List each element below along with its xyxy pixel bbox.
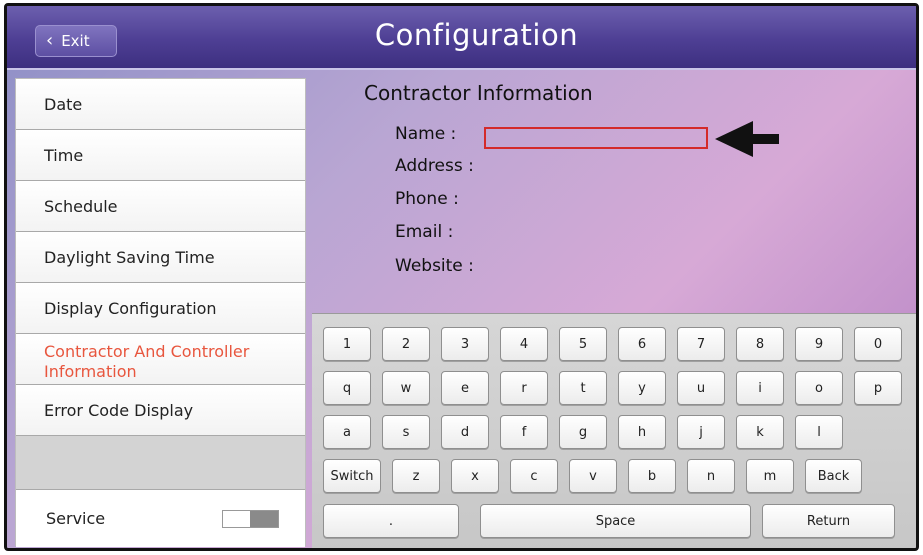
service-row: Service (16, 490, 305, 547)
key-k[interactable]: k (736, 415, 784, 449)
key-w[interactable]: w (382, 371, 430, 405)
website-label: Website : (395, 256, 474, 276)
key-3[interactable]: 3 (441, 327, 489, 361)
key-4[interactable]: 4 (500, 327, 548, 361)
key-7[interactable]: 7 (677, 327, 725, 361)
key-y[interactable]: y (618, 371, 666, 405)
key-j[interactable]: j (677, 415, 725, 449)
arrow-left-icon (715, 121, 779, 157)
sidebar-item-label: Time (44, 145, 84, 165)
key-n[interactable]: n (687, 459, 735, 493)
key-0[interactable]: 0 (854, 327, 902, 361)
key-s[interactable]: s (382, 415, 430, 449)
key-a[interactable]: a (323, 415, 371, 449)
sidebar-item-date[interactable]: Date (16, 79, 305, 130)
sidebar-item-time[interactable]: Time (16, 130, 305, 181)
key-o[interactable]: o (795, 371, 843, 405)
header-bar: ‹ Exit Configuration (7, 6, 916, 70)
key-v[interactable]: v (569, 459, 617, 493)
address-label: Address : (395, 156, 474, 176)
key-z[interactable]: z (392, 459, 440, 493)
key-space[interactable]: Space (480, 504, 751, 538)
sidebar-item-label: Schedule (44, 196, 118, 216)
key-6[interactable]: 6 (618, 327, 666, 361)
key-5[interactable]: 5 (559, 327, 607, 361)
sidebar-item-label: Display Configuration (44, 298, 217, 318)
key-e[interactable]: e (441, 371, 489, 405)
service-label: Service (46, 509, 106, 528)
key-f[interactable]: f (500, 415, 548, 449)
phone-label: Phone : (395, 189, 459, 209)
sidebar-item-contractor-info[interactable]: Contractor And Controller Information (16, 334, 305, 385)
sidebar-item-schedule[interactable]: Schedule (16, 181, 305, 232)
key-p[interactable]: p (854, 371, 902, 405)
key-8[interactable]: 8 (736, 327, 784, 361)
contractor-info-title: Contractor Information (364, 81, 593, 105)
key-t[interactable]: t (559, 371, 607, 405)
key-h[interactable]: h (618, 415, 666, 449)
sidebar-item-label: Contractor And Controller Information (44, 342, 250, 381)
sidebar-item-label: Date (44, 94, 83, 114)
sidebar-item-label: Error Code Display (44, 400, 194, 420)
key-switch[interactable]: Switch (323, 459, 381, 493)
service-toggle[interactable] (222, 510, 279, 528)
key-r[interactable]: r (500, 371, 548, 405)
key-q[interactable]: q (323, 371, 371, 405)
name-field[interactable] (484, 127, 708, 149)
sidebar-spacer (16, 436, 305, 490)
sidebar-item-label: Daylight Saving Time (44, 247, 215, 267)
sidebar-item-display-configuration[interactable]: Display Configuration (16, 283, 305, 334)
toggle-knob (250, 511, 278, 527)
key-d[interactable]: d (441, 415, 489, 449)
config-screen: ‹ Exit Configuration Date Time Schedule … (4, 3, 919, 551)
key-2[interactable]: 2 (382, 327, 430, 361)
sidebar-item-error-code-display[interactable]: Error Code Display (16, 385, 305, 436)
key-9[interactable]: 9 (795, 327, 843, 361)
key-g[interactable]: g (559, 415, 607, 449)
page-title: Configuration (374, 18, 579, 52)
key-b[interactable]: b (628, 459, 676, 493)
key-c[interactable]: c (510, 459, 558, 493)
key-m[interactable]: m (746, 459, 794, 493)
name-label: Name : (395, 124, 457, 144)
key-i[interactable]: i (736, 371, 784, 405)
key-x[interactable]: x (451, 459, 499, 493)
key-back[interactable]: Back (805, 459, 862, 493)
sidebar-item-daylight-saving-time[interactable]: Daylight Saving Time (16, 232, 305, 283)
key-l[interactable]: l (795, 415, 843, 449)
key-u[interactable]: u (677, 371, 725, 405)
sidebar: Date Time Schedule Daylight Saving Time … (15, 78, 306, 547)
onscreen-keyboard: 1 2 3 4 5 6 7 8 9 0 q w e r t y u i o p … (312, 313, 916, 548)
email-label: Email : (395, 222, 454, 242)
key-1[interactable]: 1 (323, 327, 371, 361)
key-period[interactable]: . (323, 504, 459, 538)
key-return[interactable]: Return (762, 504, 895, 538)
